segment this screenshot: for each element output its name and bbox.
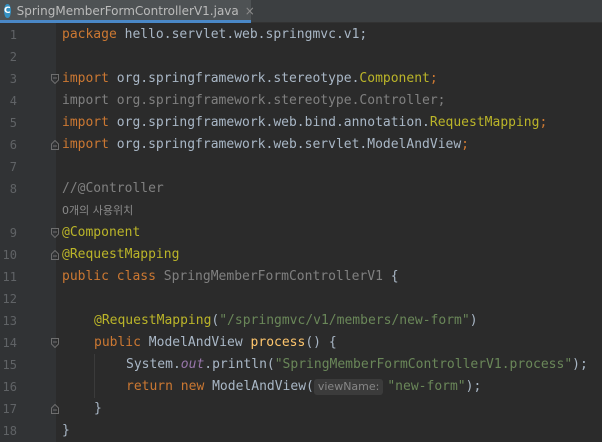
keyword: public class [62, 269, 156, 284]
line-number: 9 [9, 226, 17, 240]
package-name: hello.servlet.web.springmvc.v1; [116, 27, 368, 42]
code-line-11: 11 public class SpringMemberFormControll… [0, 266, 602, 288]
line-number: 4 [9, 94, 17, 108]
string-literal: "new-form" [387, 379, 466, 394]
code-line-5: 5 import org.springframework.web.bind.an… [0, 112, 602, 134]
code-line-3: 3 import org.springframework.stereotype.… [0, 68, 602, 90]
code-line-7: 7 [0, 156, 602, 178]
code-text: package hello.servlet.web.springmvc.v1; [62, 24, 367, 46]
keyword: public [94, 335, 141, 350]
indent-guide [94, 354, 95, 376]
code-text: import org.springframework.stereotype.Co… [62, 68, 438, 90]
line-number: 5 [9, 116, 17, 130]
line-number: 7 [9, 160, 17, 174]
paren: ) [469, 313, 478, 328]
constructor: ModelAndView( [204, 379, 314, 394]
keyword: import [62, 115, 109, 130]
closing-brace: } [62, 423, 70, 438]
code-line-16: 16 return new ModelAndView(viewName: "new… [0, 376, 602, 398]
line-number: 3 [9, 72, 17, 86]
unused-import-text: import org.springframework.stereotype.Co… [62, 93, 446, 108]
keyword: import [62, 71, 109, 86]
editor-tab-bar: C SpringMemberFormControllerV1.java × [0, 0, 602, 23]
import-path: org.springframework.web.bind.annotation. [108, 115, 430, 130]
fold-start-icon[interactable] [51, 338, 59, 348]
string-literal: "/springmvc/v1/members/new-form" [219, 313, 470, 328]
line-number: 14 [2, 336, 17, 350]
annotation: @RequestMapping [62, 247, 180, 262]
line-number: 12 [2, 292, 17, 306]
code-line-15: 15 System.out.println("SpringMemberFormC… [0, 354, 602, 376]
semicolon: ; [461, 137, 469, 152]
code-line-17: 17 } [0, 398, 602, 420]
keyword: package [62, 27, 117, 42]
brace: { [382, 269, 399, 284]
string-literal: "SpringMemberFormControllerV1.process" [274, 357, 573, 372]
imported-class: Component [359, 71, 430, 86]
code-line-8: 8 //@Controller [0, 178, 602, 200]
annotation: @RequestMapping [94, 313, 212, 328]
close-icon[interactable]: × [245, 4, 255, 18]
code-line-4: 4 import org.springframework.stereotype.… [0, 90, 602, 112]
line-number: 1 [9, 28, 17, 42]
fold-end-icon[interactable] [51, 140, 59, 150]
return-type: ModelAndView [140, 335, 251, 350]
line-number: 8 [9, 182, 17, 196]
line-number: 11 [2, 270, 17, 284]
semicolon: ; [429, 71, 438, 86]
code-text: public ModelAndView process() { [94, 332, 337, 354]
line-number: 16 [2, 380, 17, 394]
class-name: SpringMemberFormControllerV1 [155, 269, 383, 284]
line-number: 6 [9, 138, 17, 152]
semicolon: ; [539, 115, 548, 130]
java-class-icon: C [4, 4, 11, 18]
code-line-10: 10 @RequestMapping [0, 244, 602, 266]
annotation: @Component [62, 225, 141, 240]
comment: //@Controller [62, 181, 164, 196]
call-end: ); [572, 357, 588, 372]
line-number: 18 [2, 424, 17, 438]
fold-end-icon[interactable] [51, 250, 59, 260]
code-line-12: 12 [0, 288, 602, 310]
code-line-13: 13 @RequestMapping("/springmvc/v1/member… [0, 310, 602, 332]
code-text: public class SpringMemberFormControllerV… [62, 266, 399, 288]
code-text: import org.springframework.web.bind.anno… [62, 112, 547, 134]
import-path: org.springframework.stereotype. [108, 71, 360, 86]
tab-springmemberformcontrollerv1[interactable]: C SpringMemberFormControllerV1.java × [0, 0, 255, 23]
method-name: process [250, 335, 306, 350]
keyword: import [62, 137, 109, 152]
class-ref: System. [126, 357, 181, 372]
code-text: System.out.println("SpringMemberFormCont… [126, 354, 588, 376]
indent-guide [94, 376, 95, 398]
code-line-2: 2 [0, 46, 602, 68]
code-text: return new ModelAndView(viewName: "new-fo… [126, 376, 481, 398]
static-field: out [180, 357, 205, 372]
code-text: import org.springframework.web.servlet.M… [62, 134, 469, 156]
fold-end-icon[interactable] [51, 404, 59, 414]
line-number: 13 [2, 314, 17, 328]
line-number: 15 [2, 358, 17, 372]
usage-hint-line: 0개의 사용위치 [0, 200, 602, 222]
call-end: ); [465, 379, 482, 394]
code-line-18: 18 } [0, 420, 602, 442]
code-line-6: 6 import org.springframework.web.servlet… [0, 134, 602, 156]
method-call: .println( [204, 357, 275, 372]
code-line-14: 14 public ModelAndView process() { [0, 332, 602, 354]
parameter-name-hint: viewName: [313, 378, 384, 395]
line-number: 2 [9, 50, 17, 64]
fold-start-icon[interactable] [51, 228, 59, 238]
import-path: org.springframework.web.servlet.ModelAnd… [108, 137, 462, 152]
params: () { [305, 335, 337, 350]
code-text: @RequestMapping("/springmvc/v1/members/n… [94, 310, 478, 332]
keyword: return new [126, 379, 205, 394]
line-number: 17 [2, 402, 17, 416]
code-line-1: 1 package hello.servlet.web.springmvc.v1… [0, 24, 602, 46]
closing-brace: } [94, 401, 102, 416]
line-number: 10 [2, 248, 17, 262]
tab-title: SpringMemberFormControllerV1.java [16, 4, 239, 18]
code-line-9: 9 @Component [0, 222, 602, 244]
fold-start-icon[interactable] [51, 74, 59, 84]
imported-class: RequestMapping [429, 115, 540, 130]
usage-count-hint[interactable]: 0개의 사용위치 [62, 200, 133, 222]
